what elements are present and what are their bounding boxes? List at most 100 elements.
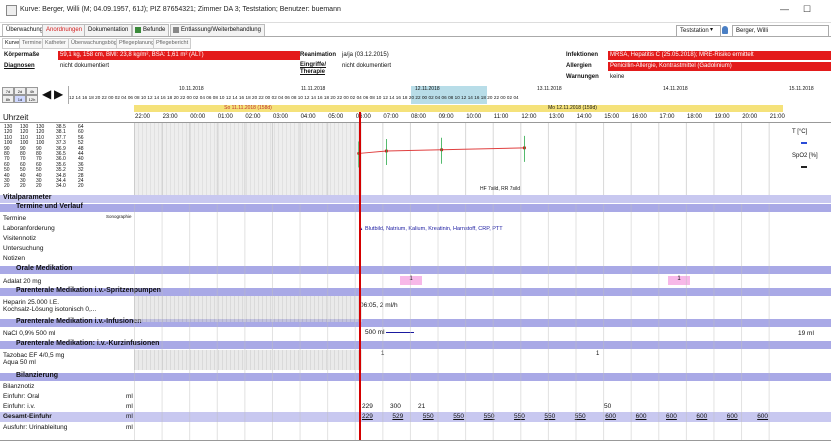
row-visiten-label: Visitennotiz: [3, 235, 37, 242]
hour-label: 08:00: [411, 114, 427, 120]
hour-label: 21:00: [769, 114, 785, 120]
gesamt-value: 550: [422, 413, 434, 420]
zoom-8h-button[interactable]: 8h: [2, 95, 14, 103]
row-heparin-label[interactable]: Heparin 25.000 I.E.: [3, 299, 59, 306]
section-infusionen-title: Parenterale Medikation i.v.-Infusionen: [16, 318, 142, 325]
tab-dokumentation[interactable]: Dokumentation: [84, 24, 133, 36]
zoom-4h-button[interactable]: 4h: [26, 87, 38, 95]
section-infusionen[interactable]: Parenterale Medikation i.v.-Infusionen: [0, 318, 831, 327]
nacl-volume[interactable]: 500 ml: [365, 329, 385, 336]
row-nacl-label[interactable]: NaCl 0,9% 500 ml: [3, 330, 55, 337]
zoom-7d-button[interactable]: 7d: [2, 87, 14, 95]
next-arrow-icon[interactable]: ▶: [54, 88, 63, 100]
gesamt-value: 550: [544, 413, 556, 420]
gesamt-value: 600: [635, 413, 647, 420]
entlassung-icon: [173, 27, 179, 33]
diagnosen-label[interactable]: Diagnosen: [4, 63, 35, 69]
scale-tick: 20: [78, 183, 84, 190]
minimize-icon[interactable]: —: [780, 4, 789, 14]
nacl-right-value: 19 ml: [798, 330, 814, 337]
labor-entry-text: Blutbild, Natrium, Kalium, Kreatinin, Ha…: [364, 226, 503, 232]
vital-chart-svg[interactable]: [134, 123, 784, 195]
tazobac-dose-marker[interactable]: 1: [381, 351, 384, 357]
hour-label: 19:00: [714, 114, 730, 120]
section-vitalparameter-title: Vitalparameter: [3, 194, 52, 201]
date-label: 10.11.2018: [179, 86, 204, 92]
tab-entlassung[interactable]: Entlassung/Weiterbehandlung: [170, 24, 265, 36]
window-title: Kurve: Berger, Willi (M; 04.09.1957, 61J…: [20, 6, 341, 13]
scale-tick: 20: [20, 183, 26, 190]
zoom-1d-button[interactable]: 1d: [14, 95, 26, 103]
adalat-dose-marker[interactable]: 1: [400, 276, 422, 285]
tab-pflegeplanung[interactable]: Pflegeplanung: [116, 38, 158, 49]
row-heparin-solution: Kochsalz-Lösung isotonisch 0,...: [3, 306, 97, 313]
sub-tab-bar: Kurve Termine Katheter Überwachungsbögen…: [2, 38, 192, 49]
tab-pflegebericht[interactable]: Pflegebericht: [153, 38, 192, 49]
zoom-12h-button[interactable]: 12h: [26, 95, 38, 103]
app-icon: [6, 5, 17, 16]
section-bilanzierung[interactable]: Bilanzierung: [0, 372, 831, 381]
tab-befunde[interactable]: Befunde: [132, 24, 170, 36]
date-label: 15.11.2018: [789, 86, 814, 92]
heparin-rate[interactable]: 06:05, 2 ml/h: [360, 302, 398, 309]
section-termine[interactable]: Termine und Verlauf: [0, 203, 831, 212]
infektionen-value[interactable]: MRSA, Hepatitis C (25.05.2018); MRE-Risi…: [608, 51, 831, 60]
hour-label: 22:00: [135, 114, 151, 120]
section-bilanzierung-title: Bilanzierung: [16, 372, 59, 379]
befunde-icon: [135, 27, 141, 33]
row-tazobac-label[interactable]: Tazobac EF 4/0,5 mg: [3, 352, 64, 359]
gesamt-values: 229 529 550 550 550 550 550 550 600 600 600 600 600 6…: [0, 413, 831, 422]
row-untersuchung-label: Untersuchung: [3, 245, 44, 252]
allergien-value[interactable]: Penicillin-Allergie, Kontrastmittel (Gad…: [608, 62, 831, 71]
adalat-dose-marker[interactable]: 1: [668, 276, 690, 285]
koerpermasse-value[interactable]: 59,1 kg, 158 cm, BMI: 23,8 kg/m², BSA: 1…: [58, 51, 300, 60]
title-bar: Kurve: Berger, Willi (M; 04.09.1957, 61J…: [0, 0, 831, 23]
hours-row: 22:00 23:00 00:00 01:00 02:00 03:00 04:00 05:00…: [134, 114, 831, 122]
row-adalat-label[interactable]: Adalat 20 mg: [3, 278, 41, 285]
zoom-controls: 7d 2d 4h 8h 1d 12h ◀ ▶: [2, 87, 66, 103]
tab-katheter[interactable]: Katheter: [42, 38, 69, 49]
row-notizen-label: Notizen: [3, 255, 26, 262]
hour-ticks: 12 14 16 18 20 22 00 02 04 06 08 10 12 1…: [69, 95, 519, 100]
labor-entry[interactable]: ▲ Blutbild, Natrium, Kalium, Kreatinin, …: [358, 226, 503, 232]
koerpermasse-label: Körpermaße: [4, 52, 40, 58]
gesamt-value: 550: [574, 413, 586, 420]
date-label: 12.11.2018: [415, 86, 440, 92]
section-orale[interactable]: Orale Medikation: [0, 265, 831, 274]
gesamt-value: 600: [757, 413, 769, 420]
legend-spo2-marker: [801, 166, 807, 168]
gesamt-value: 550: [514, 413, 525, 420]
row-labor-label: Laboranforderung: [3, 225, 55, 232]
maximize-icon[interactable]: ☐: [803, 4, 811, 15]
prev-arrow-icon[interactable]: ◀: [42, 88, 51, 100]
main-tab-bar: Überwachung Anordnungen Dokumentation Be…: [0, 24, 831, 37]
row-einfuhr-oral-label: Einfuhr: Oral: [3, 393, 40, 400]
einfuhr-iv-value: 21: [418, 403, 426, 410]
date-label: 14.11.2018: [663, 86, 688, 92]
warnungen-label: Warnungen: [566, 74, 599, 80]
patient-select[interactable]: Berger, Willi: [732, 25, 829, 37]
zoom-2d-button[interactable]: 2d: [14, 87, 26, 95]
tab-ueberwachung[interactable]: Überwachung: [2, 24, 48, 36]
date-label: 13.11.2018: [537, 86, 562, 92]
tab-anordnungen[interactable]: Anordnungen: [42, 24, 87, 36]
tab-befunde-label: Befunde: [143, 27, 166, 33]
eingriffe-label[interactable]: Eingriffe/ Therapie: [300, 62, 340, 76]
section-vitalparameter[interactable]: Vitalparameter: [0, 194, 831, 203]
vital-scales: 130 120 110 100 90 80 70 60 50 40 30 20 130 120 110 100…: [4, 125, 104, 193]
scale-tick: 20: [36, 183, 42, 190]
station-dropdown-icon[interactable]: ▾: [710, 26, 713, 33]
gesamt-value: 229: [362, 413, 373, 420]
hour-label: 15:00: [604, 114, 620, 120]
timeline-overview[interactable]: 10.11.2018 11.11.2018 12.11.2018 13.11.2…: [68, 86, 829, 104]
infektionen-label: Infektionen: [566, 52, 599, 58]
section-orale-title: Orale Medikation: [16, 265, 73, 272]
section-spritzen[interactable]: Parenterale Medikation i.v.-Spritzenpump…: [0, 287, 831, 296]
tazobac-dose-marker[interactable]: 1: [596, 351, 599, 357]
tab-termine[interactable]: Termine: [19, 38, 45, 49]
einfuhr-iv-value: 229: [362, 403, 373, 410]
hour-label: 10:00: [466, 114, 482, 120]
row-urin-label: Ausfuhr: Urinableitung: [3, 424, 68, 431]
section-kurzinfusionen[interactable]: Parenterale Medikation: i.v.-Kurzinfusio…: [0, 340, 831, 349]
station-select[interactable]: Teststation: [676, 25, 721, 37]
